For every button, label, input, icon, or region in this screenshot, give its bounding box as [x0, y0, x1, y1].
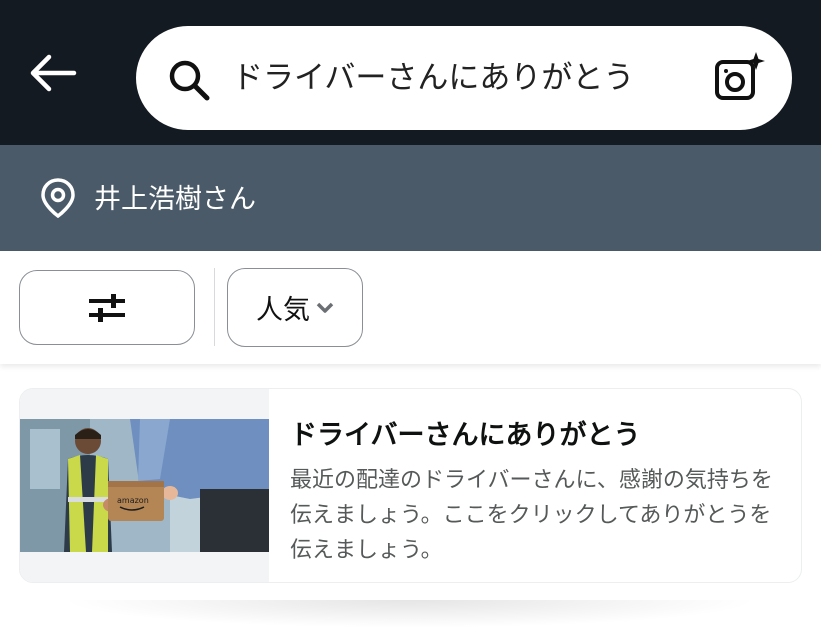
back-button[interactable] [22, 48, 82, 98]
chevron-down-icon [316, 302, 334, 313]
search-input[interactable] [232, 48, 702, 108]
delivery-location-text[interactable]: 井上浩樹さん [94, 180, 256, 220]
box-label: amazon [117, 496, 149, 505]
card-image: amazon [20, 389, 269, 582]
camera-sparkle-icon[interactable] [712, 50, 768, 106]
bottom-shadow [60, 600, 760, 628]
sort-label: 人気 [256, 295, 310, 326]
arrow-left-icon [30, 54, 77, 92]
delivery-illustration: amazon [20, 419, 269, 552]
card-title[interactable]: ドライバーさんにありがとう [290, 413, 640, 452]
filter-button[interactable] [19, 270, 195, 345]
card-description: 最近の配達のドライバーさんに、感謝の気持ちを伝えましょう。ここをクリックしてあり… [290, 468, 773, 563]
location-pin-icon [41, 178, 75, 218]
filter-divider [214, 268, 215, 346]
result-card[interactable]: amazon ドライバーさんにありがとう 最近の配達のドライバーさんに、感謝の気… [19, 388, 802, 583]
sliders-icon [89, 293, 125, 322]
sort-dropdown[interactable]: 人気 [227, 268, 363, 347]
search-box[interactable] [136, 26, 792, 130]
search-icon[interactable] [166, 57, 212, 103]
